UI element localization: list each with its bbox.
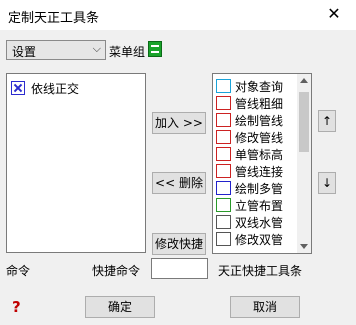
list-item-label: 修改管线 — [235, 131, 284, 145]
move-up-button[interactable]: ↑ — [318, 110, 336, 132]
toolbar-set-select[interactable]: 设置 ⌵ — [6, 40, 106, 60]
list-item-label: 绘制管线 — [235, 114, 284, 128]
window-title: 定制天正工具条 — [8, 11, 100, 26]
riser-layout-icon — [216, 198, 231, 212]
pipe-connect-icon — [216, 164, 231, 178]
draw-pipe-icon — [216, 113, 231, 127]
toolbar-name-label: 天正快捷工具条 — [218, 264, 303, 278]
edit-pipe-icon — [216, 130, 231, 144]
list-item-label: 绘制多管 — [235, 182, 284, 196]
toolbar-commands-list[interactable]: 对象查询 管线粗细 绘制管线 修改管线 单管标高 管线连接 绘制多管 立管布置 … — [212, 73, 312, 254]
add-button[interactable]: 加入 >> — [152, 112, 206, 134]
list-item-label: 管线连接 — [235, 165, 284, 179]
object-query-icon — [216, 79, 231, 93]
draw-multi-pipe-icon — [216, 181, 231, 195]
chevron-down-icon: ⌵ — [92, 42, 101, 55]
single-pipe-elevation-icon — [216, 147, 231, 161]
scroll-up-arrow-icon[interactable] — [300, 78, 308, 83]
move-down-button[interactable]: ↓ — [318, 172, 336, 194]
list-item-label: 依线正交 — [31, 82, 80, 96]
help-icon[interactable]: ? — [12, 298, 21, 316]
available-commands-list[interactable]: 依线正交 — [6, 73, 146, 253]
edit-double-pipe-icon — [216, 232, 231, 246]
cancel-button[interactable]: 取消 — [230, 296, 300, 318]
scrollbar-thumb[interactable] — [299, 92, 309, 152]
modify-shortcut-button[interactable]: 修改快捷 — [152, 233, 206, 255]
shortcut-command-label: 快捷命令 — [92, 264, 141, 278]
close-icon[interactable]: ✕ — [324, 4, 344, 24]
title-bar: 定制天正工具条 ✕ — [0, 0, 356, 30]
list-item-label: 立管布置 — [235, 199, 284, 213]
vertical-scrollbar[interactable] — [297, 74, 311, 253]
toolbar-set-value: 设置 — [12, 45, 37, 59]
menu-group-label: 菜单组 — [109, 45, 146, 59]
list-item-label: 单管标高 — [235, 148, 284, 162]
ok-button[interactable]: 确定 — [85, 296, 155, 318]
list-item-label: 修改双管 — [235, 233, 284, 247]
scroll-down-arrow-icon[interactable] — [300, 244, 308, 249]
delete-button[interactable]: << 删除 — [152, 172, 206, 194]
menu-group-icon[interactable] — [148, 41, 162, 57]
shortcut-command-input[interactable] — [151, 258, 208, 279]
list-item-label: 管线粗细 — [235, 97, 284, 111]
command-label: 命令 — [6, 264, 31, 278]
orthogonal-snap-icon — [11, 81, 25, 95]
list-item-label: 双线水管 — [235, 216, 284, 230]
pipe-thicken-icon — [216, 96, 231, 110]
list-item-label: 对象查询 — [235, 80, 284, 94]
double-line-water-pipe-icon — [216, 215, 231, 229]
